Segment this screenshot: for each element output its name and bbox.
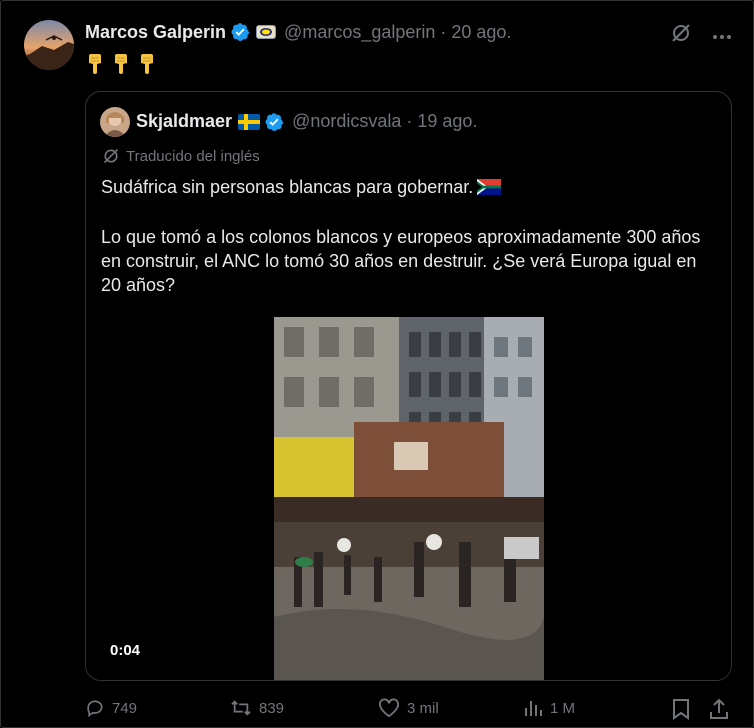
post-text xyxy=(85,52,157,74)
pointing-down-emoji xyxy=(141,54,153,74)
video-timestamp: 0:04 xyxy=(110,642,141,659)
quoted-paragraph-1: Sudáfrica sin personas blancas para gobe… xyxy=(101,175,716,201)
like-count: 3 mil xyxy=(407,699,439,717)
quoted-author-avatar[interactable] xyxy=(100,107,130,137)
verified-badge-icon xyxy=(264,112,284,132)
video-frame[interactable] xyxy=(274,317,544,680)
separator: · xyxy=(440,21,447,42)
author-handle[interactable]: @marcos_galperin xyxy=(284,22,435,43)
reply-button[interactable]: 749 xyxy=(85,698,137,718)
share-icon xyxy=(710,698,728,719)
quoted-author-handle[interactable]: @nordicsvala xyxy=(292,111,401,132)
quoted-author-name[interactable]: Skjaldmaer xyxy=(136,111,232,132)
like-button[interactable]: 3 mil xyxy=(378,698,439,718)
reply-icon xyxy=(87,700,103,718)
translation-note[interactable]: Traducido del inglés xyxy=(102,147,260,165)
affiliation-badge-icon[interactable] xyxy=(256,25,277,39)
sweden-flag-icon xyxy=(238,113,261,130)
post-header: Marcos Galperin @marcos_galperin · 20 ag… xyxy=(85,20,511,44)
quoted-text: Sudáfrica sin personas blancas para gobe… xyxy=(101,175,716,297)
views-button[interactable]: 1 M xyxy=(523,698,575,718)
like-icon xyxy=(379,698,399,718)
quoted-paragraph-2: Lo que tomó a los colonos blancos y euro… xyxy=(101,227,701,295)
translate-icon xyxy=(103,148,119,164)
top-actions xyxy=(670,22,732,49)
reply-count: 749 xyxy=(112,699,138,717)
post-date[interactable]: 20 ago. xyxy=(451,22,511,43)
grok-icon[interactable] xyxy=(670,22,692,49)
bookmark-button[interactable] xyxy=(672,698,690,720)
pointing-down-emoji xyxy=(89,54,101,74)
translation-label: Traducido del inglés xyxy=(126,147,260,165)
views-count: 1 M xyxy=(550,699,576,717)
quoted-header: Skjaldmaer @nordicsvala · 19 ago. xyxy=(136,111,477,132)
share-button[interactable] xyxy=(709,698,729,720)
action-bar: 749 839 3 mil 1 M xyxy=(85,698,733,722)
quoted-post[interactable]: Skjaldmaer @nordicsvala · 19 ago. Traduc… xyxy=(85,91,732,681)
south-africa-flag-icon xyxy=(477,177,502,201)
more-icon[interactable] xyxy=(712,27,732,45)
repost-count: 839 xyxy=(259,699,285,717)
author-avatar[interactable] xyxy=(24,20,74,70)
verified-badge-icon xyxy=(230,22,250,42)
pointing-down-emoji xyxy=(115,54,127,74)
repost-icon xyxy=(231,700,251,716)
separator: · xyxy=(406,111,413,131)
quoted-post-date[interactable]: 19 ago. xyxy=(417,111,477,132)
views-icon xyxy=(525,701,542,716)
video-player[interactable]: 0:04 xyxy=(86,316,731,680)
repost-button[interactable]: 839 xyxy=(230,698,284,718)
author-name[interactable]: Marcos Galperin xyxy=(85,22,226,43)
bookmark-icon xyxy=(673,699,689,720)
